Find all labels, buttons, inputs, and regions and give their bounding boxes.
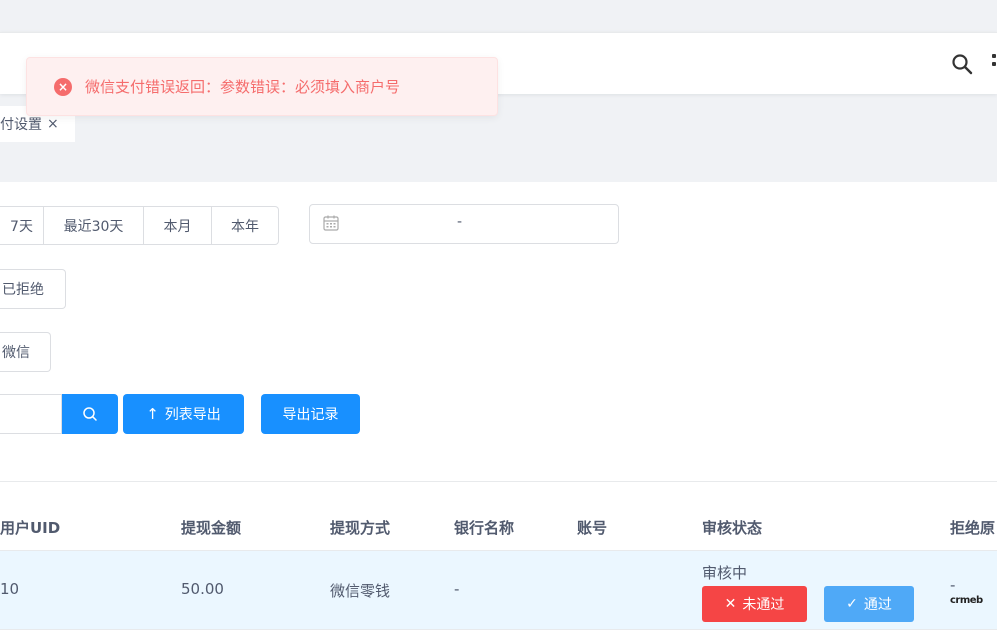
export-list-button[interactable]: ↑ 列表导出 [123,394,244,434]
error-icon: × [54,77,72,96]
search-input[interactable] [0,394,62,434]
type-filter-label: 微信 [2,345,30,361]
arrow-up-icon: ↑ [146,405,159,423]
tab-close-icon[interactable]: × [47,116,59,132]
column-header-uid: 用户UID [0,519,61,537]
section-divider [0,481,997,482]
status-filter-rejected[interactable]: 已拒绝 [0,269,66,309]
more-icon[interactable] [992,54,997,74]
reject-label: 未通过 [742,597,785,613]
column-header-reject-reason: 拒绝原 [950,519,996,537]
approve-button[interactable]: ✓ 通过 [824,586,914,622]
search-button-icon [83,407,97,421]
status-filter-label: 已拒绝 [2,282,44,298]
date-preset-30days[interactable]: 最近30天 [43,207,143,244]
cell-amount: 50.00 [181,580,224,598]
date-preset-group: 7天 最近30天 本月 本年 [0,206,279,245]
error-message: 微信支付错误返回：参数错误：必须填入商户号 [85,78,401,96]
column-header-amount: 提现金额 [181,519,242,537]
cell-reject-reason: - [950,576,956,594]
error-toast: × 微信支付错误返回：参数错误：必须填入商户号 [26,57,498,116]
date-range-picker[interactable] [309,204,619,244]
column-header-method: 提现方式 [330,519,391,537]
date-range-separator: - [457,214,463,230]
date-preset-year[interactable]: 本年 [211,207,278,244]
type-filter-wechat[interactable]: 微信 [0,332,51,372]
tab-label: 付设置 [0,117,42,133]
date-preset-month[interactable]: 本月 [143,207,211,244]
column-header-account: 账号 [577,519,608,537]
search-icon[interactable] [950,52,974,76]
cell-bank: - [454,580,460,598]
check-icon: ✓ [846,596,858,612]
cell-method: 微信零钱 [330,582,391,600]
export-records-label: 导出记录 [282,407,339,423]
reject-button[interactable]: ✕ 未通过 [702,586,807,622]
column-header-bank: 银行名称 [454,519,515,537]
export-list-label: 列表导出 [164,407,221,423]
cell-status: 审核中 [702,564,748,582]
date-preset-7days[interactable]: 7天 [0,207,43,244]
column-header-status: 审核状态 [702,519,763,537]
close-icon: ✕ [724,596,737,612]
crmeb-logo: crmeb [950,595,983,606]
calendar-icon [323,215,339,231]
top-strip [0,0,997,26]
approve-label: 通过 [863,597,892,613]
cell-uid: 10 [0,580,20,598]
search-button[interactable] [62,394,118,434]
export-records-button[interactable]: 导出记录 [261,394,360,434]
